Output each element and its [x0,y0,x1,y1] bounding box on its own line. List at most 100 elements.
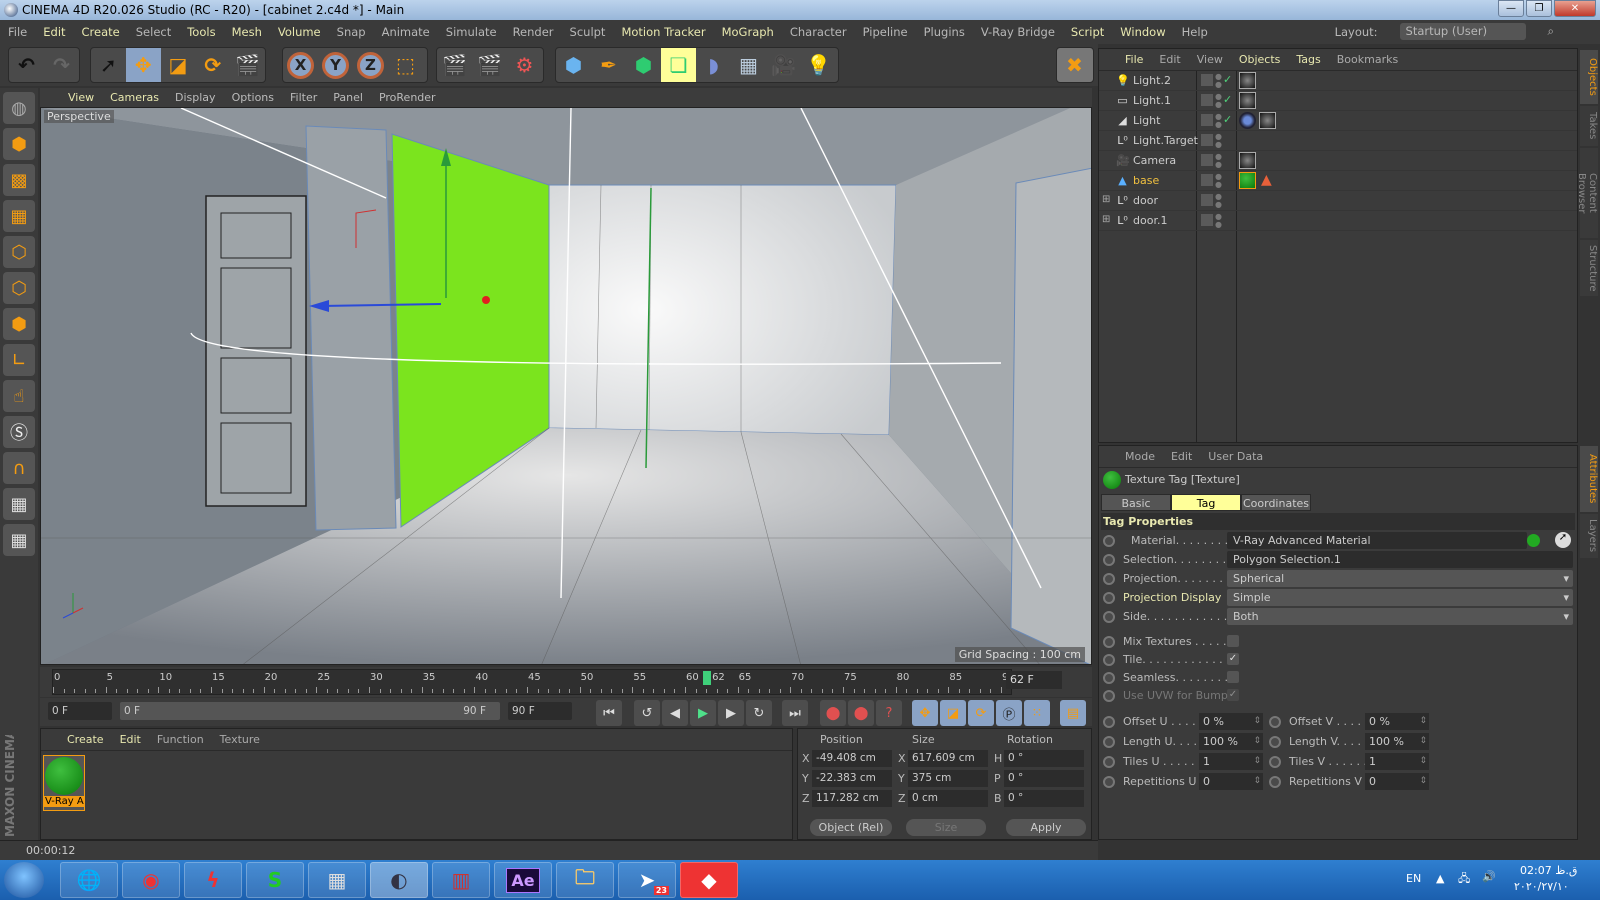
enabled-check-icon[interactable]: ✓ [1223,113,1232,126]
animation-radio-icon[interactable] [1269,716,1281,728]
play-icon[interactable]: ▶ [690,700,716,726]
editor-render-visibility-icon[interactable]: ● ● [1215,213,1222,229]
object-row-light-1[interactable]: ▭ Light.1 ● ● ✓ [1099,91,1577,111]
object-row-light-2[interactable]: 💡 Light.2 ● ● ✓ [1099,71,1577,91]
animation-radio-icon[interactable] [1103,654,1115,666]
checkbox[interactable] [1227,635,1239,647]
editor-render-visibility-icon[interactable]: ● ● [1215,173,1222,189]
enabled-check-icon[interactable]: ✓ [1223,93,1232,106]
menu-edit[interactable]: Edit [43,25,65,39]
cloner-icon[interactable]: ❏ [661,48,696,82]
menu-window[interactable]: Window [1120,25,1165,39]
lock-workplane-icon[interactable]: ▦ [3,524,35,556]
cube-icon[interactable]: ⬢ [556,48,591,82]
taskbar-idm-icon[interactable]: 🌐 [60,862,118,898]
texture-tag-icon[interactable] [1239,172,1256,189]
timeline-ruler[interactable]: 05101520253035404550556065707580859062 [52,669,1015,695]
network-icon[interactable]: 🖧 [1458,870,1470,889]
taskbar-flash-icon[interactable]: ϟ [184,862,242,898]
layer-visibility-icon[interactable] [1201,194,1213,206]
coord-pos-field[interactable]: 117.282 cm [812,790,892,807]
taskbar-calculator-icon[interactable]: ▦ [308,862,366,898]
end-frame-field[interactable]: 90 F [508,702,572,720]
coord-size-field[interactable]: 375 cm [908,770,988,787]
object-name[interactable]: door.1 [1133,214,1167,227]
menu-v-ray-bridge[interactable]: V-Ray Bridge [981,25,1055,39]
make-editable-icon[interactable]: ◍ [3,92,35,124]
object-name[interactable]: base [1133,174,1159,187]
taskbar-telegram-icon[interactable]: ➤ 23 [618,862,676,898]
z-axis-icon[interactable]: Z [353,48,388,82]
object-name[interactable]: Light.1 [1133,94,1171,107]
clock-date[interactable]: ۲۰۲۰/۲۷/۱۰ [1514,880,1569,893]
language-indicator[interactable]: EN [1406,872,1421,885]
field-value-text[interactable]: Polygon Selection.1 [1227,551,1573,568]
layer-visibility-icon[interactable] [1201,94,1213,106]
taskbar-anydesk-icon[interactable]: ◆ [680,862,738,898]
pen-icon[interactable]: ✒ [591,48,626,82]
axis-mode-icon[interactable]: ∟ [3,344,35,376]
pair-field[interactable]: 1 [1365,753,1429,770]
menu-select[interactable]: Select [136,25,171,39]
undo-icon[interactable]: ↶ [9,48,44,82]
coord-pos-field[interactable]: -49.408 cm [812,750,892,767]
coord-size-field[interactable]: 617.609 cm [908,750,988,767]
pair-field[interactable]: 100 % [1365,733,1429,750]
tab-content-browser[interactable]: Content Browser [1576,148,1598,238]
fullscreen-toggle-icon[interactable]: ✖ [1057,48,1092,82]
menu-volume[interactable]: Volume [278,25,321,39]
go-to-start-icon[interactable]: ⏮ [596,700,622,726]
layer-visibility-icon[interactable] [1201,174,1213,186]
animation-radio-icon[interactable] [1103,636,1115,648]
start-button[interactable] [4,862,44,898]
vray-camera-tag-icon[interactable] [1239,152,1256,169]
taskbar-winrar-icon[interactable]: ▥ [432,862,490,898]
editor-render-visibility-icon[interactable]: ● ● [1215,133,1222,149]
render-settings-icon[interactable]: ⚙ [507,48,542,82]
object-row-camera[interactable]: 🎥 Camera ● ● [1099,151,1577,171]
editor-render-visibility-icon[interactable]: ● ● [1215,113,1222,129]
tab-tag[interactable]: Tag [1171,494,1241,511]
grid-icon[interactable]: ▦ [3,488,35,520]
record-active-icon[interactable]: ⬤ [820,700,846,726]
previous-frame-icon[interactable]: ◀ [662,700,688,726]
animation-radio-icon[interactable] [1103,535,1115,547]
scale-icon[interactable]: ◪ [161,48,196,82]
coord-rot-field[interactable]: 0 ° [1004,750,1084,767]
move-icon[interactable]: ✥ [125,48,161,82]
menu-script[interactable]: Script [1071,25,1104,39]
pair-field[interactable]: 100 % [1199,733,1263,750]
vray-light-tag-icon[interactable] [1239,92,1256,109]
object-row-door[interactable]: ⊞ L⁰ door ● ● [1099,191,1577,211]
key-position-icon[interactable]: ✥ [912,700,938,726]
object-menu-objects[interactable]: Objects [1239,53,1281,66]
expand-icon[interactable]: ⊞ [1102,214,1110,225]
clock-time[interactable]: 02:07 ق.ظ [1520,864,1577,877]
menu-tools[interactable]: Tools [187,25,215,39]
go-to-end-icon[interactable]: ⏭ [782,700,808,726]
animation-radio-icon[interactable] [1103,776,1115,788]
timeline-window-icon[interactable]: ▤ [1060,700,1086,726]
point-mode-icon[interactable]: ⬡ [3,236,35,268]
object-name[interactable]: Light.2 [1133,74,1171,87]
material-menu-function[interactable]: Function [157,733,204,746]
editor-render-visibility-icon[interactable]: ● ● [1215,73,1222,89]
attr-menu-user-data[interactable]: User Data [1208,450,1263,463]
object-row-light[interactable]: ◢ Light ● ● ✓ [1099,111,1577,131]
object-name[interactable]: Camera [1133,154,1176,167]
pair-field[interactable]: 0 % [1365,713,1429,730]
tab-layers[interactable]: Layers [1580,514,1598,558]
viewport-menu-options[interactable]: Options [232,91,274,104]
floor-icon[interactable]: ▦ [731,48,766,82]
object-name[interactable]: Light.Target [1133,134,1198,147]
viewport-menu-filter[interactable]: Filter [290,91,317,104]
layout-dropdown[interactable]: Startup (User) [1399,23,1526,40]
pick-object-icon[interactable]: ➚ [1555,532,1571,548]
coord-pos-field[interactable]: -22.383 cm [812,770,892,787]
tab-attributes[interactable]: Attributes [1580,446,1598,512]
animation-radio-icon[interactable] [1103,690,1115,702]
animation-radio-icon[interactable] [1269,736,1281,748]
animation-radio-icon[interactable] [1103,716,1115,728]
menu-character[interactable]: Character [790,25,847,39]
coordinate-mode-dropdown[interactable]: Object (Rel) [810,819,892,836]
